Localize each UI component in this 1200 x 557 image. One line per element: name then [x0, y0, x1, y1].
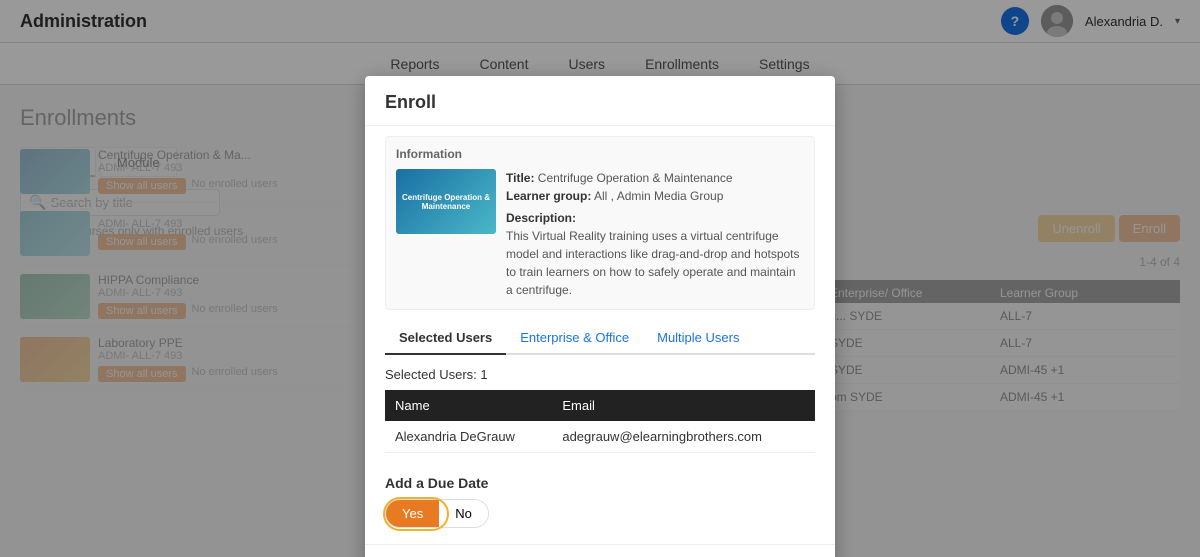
tab-multiple-users[interactable]: Multiple Users — [643, 322, 753, 355]
info-section-label: Information — [396, 147, 804, 161]
user-email-cell: adegrauw@elearningbrothers.com — [552, 421, 815, 453]
info-text: Title: Centrifuge Operation & Maintenanc… — [506, 169, 804, 299]
learner-group-label: Learner group: — [506, 189, 591, 203]
selected-users-section: Selected Users: 1 Name Email Alexandria … — [365, 355, 835, 465]
col-email: Email — [552, 390, 815, 421]
info-section: Information Centrifuge Operation & Maint… — [385, 136, 815, 310]
toggle-group: Yes No — [385, 499, 489, 528]
description-label: Description: — [506, 209, 804, 227]
description-value: This Virtual Reality training uses a vir… — [506, 229, 800, 297]
toggle-wrapper: Yes No — [385, 499, 815, 528]
modal-footer: Enroll Cancel — [365, 544, 835, 557]
toggle-no[interactable]: No — [439, 500, 488, 527]
tab-selected-users[interactable]: Selected Users — [385, 322, 506, 355]
modal-header: Enroll — [365, 76, 835, 126]
title-label: Title: — [506, 171, 534, 185]
learner-group-value: All , Admin Media Group — [594, 189, 723, 203]
due-date-section: Add a Due Date Yes No — [365, 465, 835, 544]
selected-users-count: Selected Users: 1 — [385, 367, 815, 382]
tab-enterprise-office[interactable]: Enterprise & Office — [506, 322, 643, 355]
info-content: Centrifuge Operation & Maintenance Title… — [396, 169, 804, 299]
due-date-label: Add a Due Date — [385, 475, 815, 491]
user-name-cell: Alexandria DeGrauw — [385, 421, 552, 453]
table-row: Alexandria DeGrauw adegrauw@elearningbro… — [385, 421, 815, 453]
users-table: Name Email Alexandria DeGrauw adegrauw@e… — [385, 390, 815, 453]
toggle-yes[interactable]: Yes — [386, 500, 439, 527]
enroll-modal: Enroll Information Centrifuge Operation … — [365, 76, 835, 557]
modal-title: Enroll — [385, 92, 436, 112]
title-value: Centrifuge Operation & Maintenance — [538, 171, 733, 185]
course-thumbnail: Centrifuge Operation & Maintenance — [396, 169, 496, 234]
col-name: Name — [385, 390, 552, 421]
modal-overlay: Enroll Information Centrifuge Operation … — [0, 0, 1200, 557]
modal-tabs: Selected Users Enterprise & Office Multi… — [385, 322, 815, 355]
